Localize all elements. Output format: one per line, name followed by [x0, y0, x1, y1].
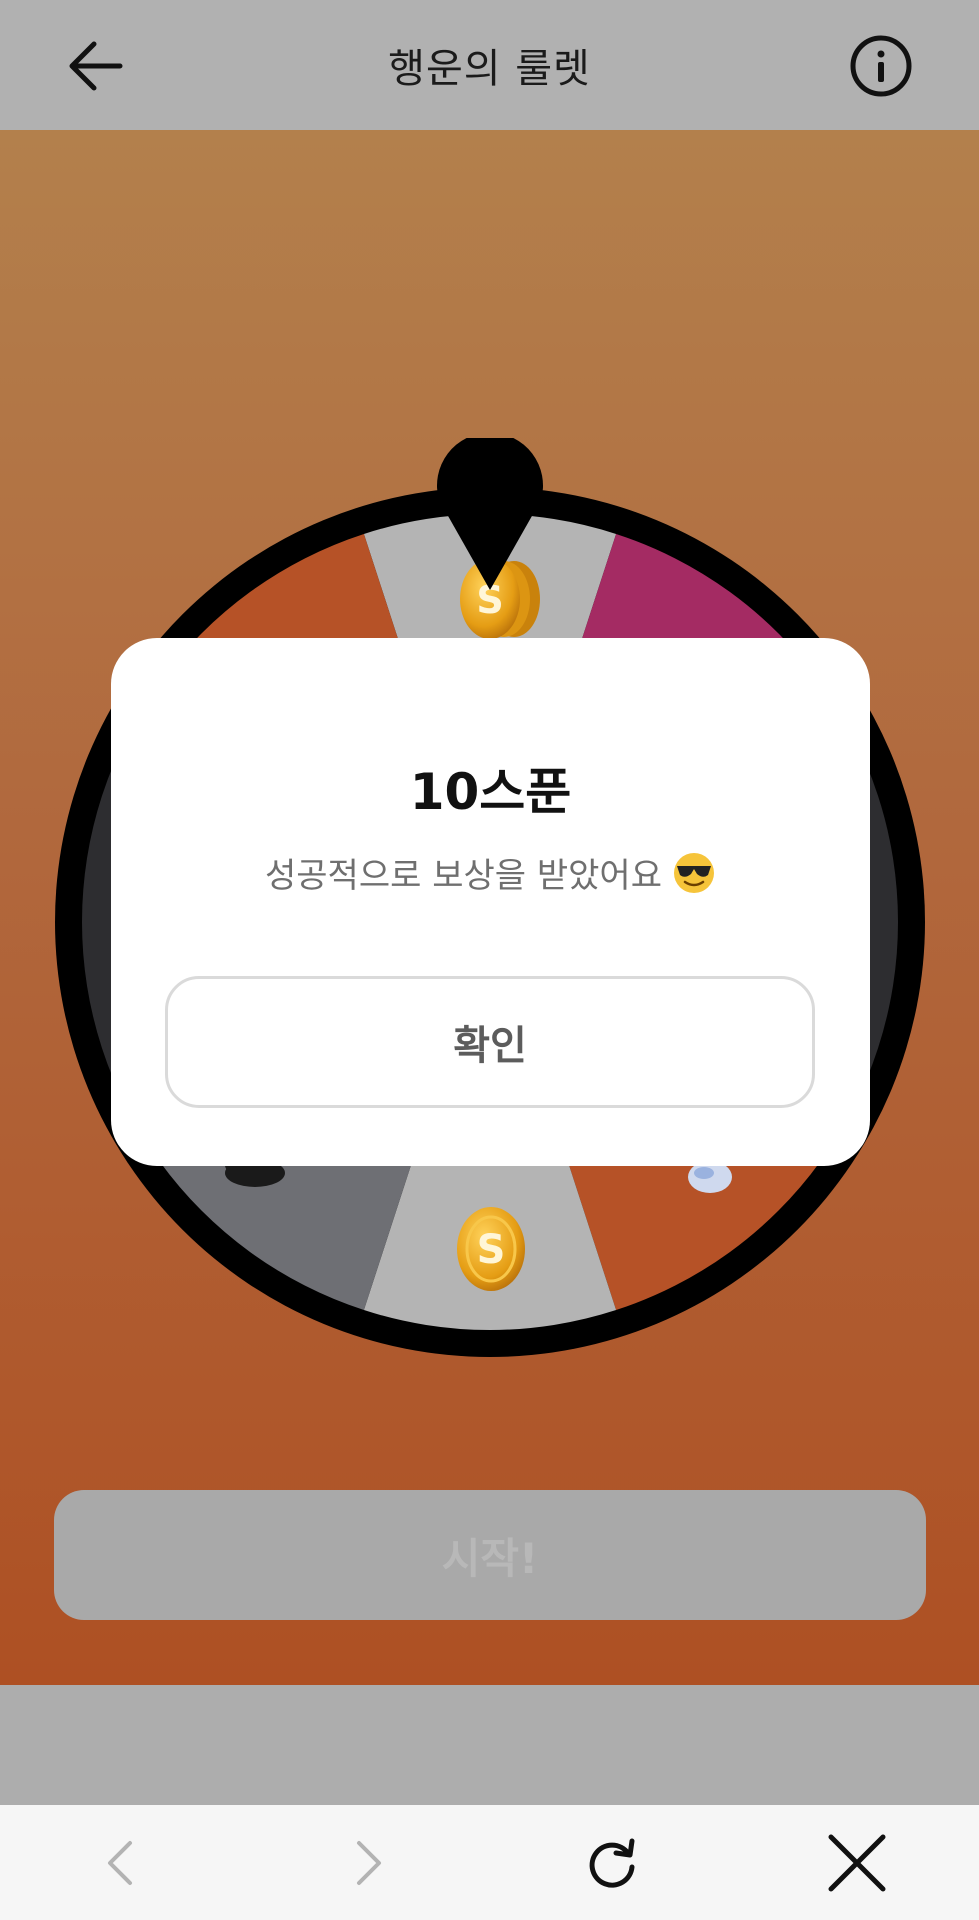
- reward-message: 성공적으로 보상을 받았어요: [111, 848, 870, 897]
- top-bar: 행운의 룰렛: [0, 0, 979, 130]
- confirm-button[interactable]: 확인: [165, 976, 815, 1108]
- svg-text:S: S: [477, 1227, 506, 1273]
- info-button[interactable]: [848, 33, 914, 99]
- reward-result-modal: 10스푼 성공적으로 보상을 받았어요 확인: [111, 638, 870, 1166]
- browser-toolbar: [0, 1805, 979, 1920]
- start-button[interactable]: 시작!: [54, 1490, 926, 1620]
- reload-icon: [589, 1838, 635, 1888]
- browser-back-button[interactable]: [90, 1831, 154, 1895]
- browser-forward-button[interactable]: [335, 1831, 399, 1895]
- browser-close-button[interactable]: [825, 1831, 889, 1895]
- reward-message-text: 성공적으로 보상을 받았어요: [265, 856, 662, 896]
- reward-amount: 10스푼: [409, 763, 572, 821]
- page-title: 행운의 룰렛: [388, 46, 591, 92]
- close-icon: [828, 1834, 886, 1892]
- coin-icon: S: [457, 1207, 525, 1291]
- info-circle-icon: [850, 35, 912, 97]
- chevron-right-icon: [357, 1841, 381, 1885]
- browser-reload-button[interactable]: [580, 1831, 644, 1895]
- lower-band: [0, 1685, 979, 1805]
- chevron-left-icon: [108, 1841, 132, 1885]
- map-pin-pointer-icon: [437, 438, 543, 590]
- sunglasses-face-icon: [672, 851, 716, 895]
